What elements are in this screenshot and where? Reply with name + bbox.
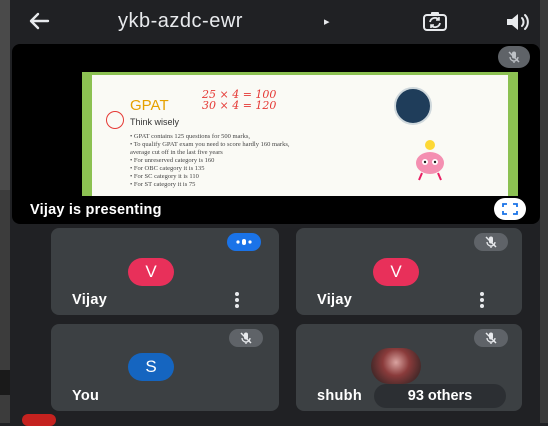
more-options-icon[interactable]: [233, 291, 241, 309]
meeting-code[interactable]: ykb-azdc-ewr: [118, 10, 243, 33]
avatar: V: [373, 258, 419, 286]
slide-title: GPAT: [130, 97, 169, 114]
mic-off-icon: [229, 329, 263, 347]
others-count-badge[interactable]: 93 others: [374, 384, 506, 408]
avatar: [371, 348, 421, 384]
speaking-indicator-icon: [227, 233, 261, 251]
participant-name: Vijay: [317, 292, 353, 308]
avatar: V: [128, 258, 174, 286]
avatar: S: [128, 353, 174, 381]
mic-off-icon: [474, 329, 508, 347]
participant-tile[interactable]: V Vijay: [296, 228, 522, 315]
slide-handwriting: 25 × 4 = 100 30 × 4 = 120: [202, 88, 277, 112]
switch-camera-icon[interactable]: [422, 10, 448, 34]
participant-tile[interactable]: shubh 93 others: [296, 324, 522, 411]
end-call-button[interactable]: [22, 414, 56, 426]
presenter-label: Vijay is presenting: [30, 202, 162, 218]
participant-name: You: [72, 388, 100, 404]
left-edge: [0, 0, 10, 423]
meeting-app: ykb-azdc-ewr ▸ 25 × 4 = 100 30 × 4 = 120…: [10, 0, 540, 426]
mic-off-icon: [498, 46, 530, 68]
fullscreen-icon[interactable]: [494, 198, 526, 220]
slide-bullets: • GPAT contains 125 questions for 500 ma…: [130, 133, 290, 188]
shared-slide: 25 × 4 = 100 30 × 4 = 120 GPAT Think wis…: [82, 72, 518, 196]
brain-mascot-icon: [412, 139, 448, 181]
mic-off-icon: [474, 233, 508, 251]
right-edge: [540, 0, 548, 423]
slide-subtitle: Think wisely: [130, 117, 180, 127]
presentation-stage[interactable]: 25 × 4 = 100 30 × 4 = 120 GPAT Think wis…: [12, 44, 540, 224]
participant-name: Vijay: [72, 292, 108, 308]
top-bar: ykb-azdc-ewr ▸: [10, 0, 540, 44]
participant-name: shubh: [317, 388, 362, 404]
participant-tile[interactable]: V Vijay: [51, 228, 279, 315]
speaker-icon[interactable]: [504, 11, 532, 33]
more-options-icon[interactable]: [478, 291, 486, 309]
slide-logo: [394, 87, 432, 125]
annotation-circle: [106, 111, 124, 129]
participant-tile[interactable]: S You: [51, 324, 279, 411]
meeting-details-caret-icon[interactable]: ▸: [324, 15, 330, 28]
back-arrow-icon[interactable]: [26, 8, 56, 36]
